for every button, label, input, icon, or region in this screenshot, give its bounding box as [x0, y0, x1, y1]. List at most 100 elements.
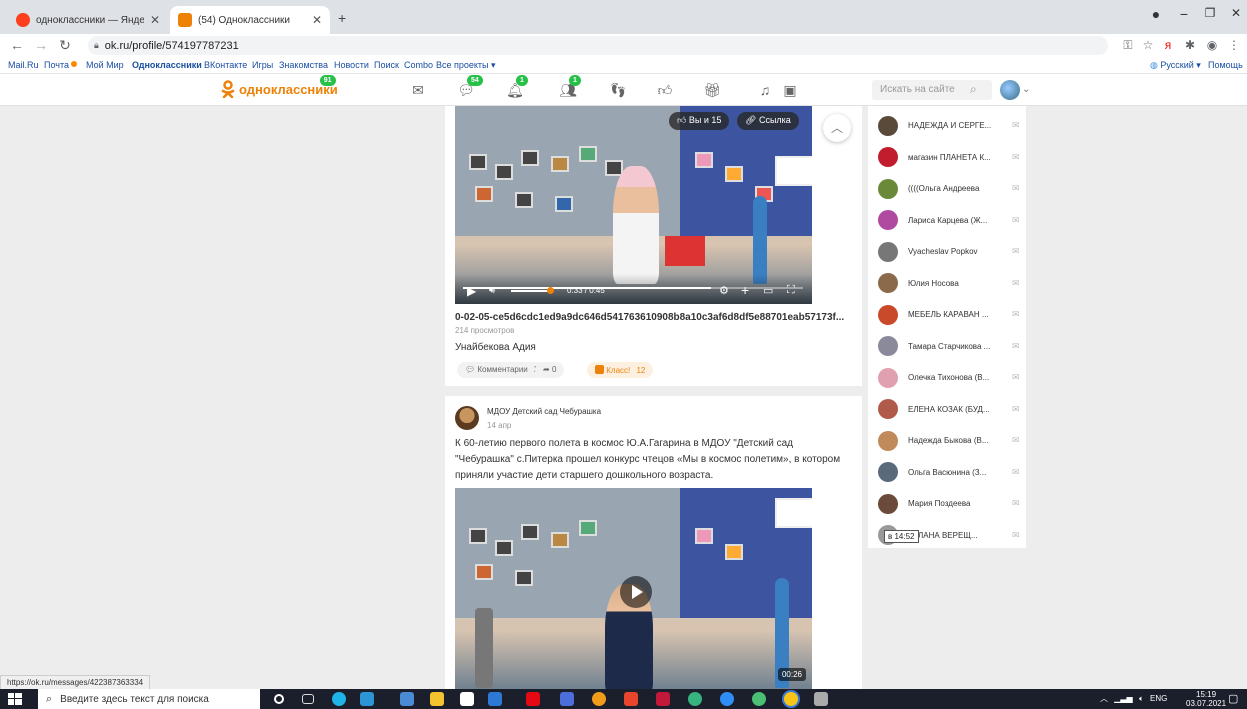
app-icon[interactable] [752, 692, 766, 706]
chrome-icon[interactable] [784, 692, 798, 706]
chevron-down-icon[interactable]: ⌄ [1022, 84, 1030, 95]
profile-dot-icon[interactable]: ● [1142, 6, 1170, 22]
app-icon[interactable] [720, 692, 734, 706]
app-b-icon[interactable] [488, 692, 502, 706]
message-envelope-icon[interactable]: ✉ [1012, 309, 1020, 320]
taskbar-search-input[interactable]: ⌕ Введите здесь текст для поиска [38, 689, 260, 709]
message-envelope-icon[interactable]: ✉ [1012, 435, 1020, 446]
add-plus-icon[interactable]: + [741, 282, 749, 298]
friend-name[interactable]: Тамара Старчикова ... [908, 342, 1008, 351]
friend-name[interactable]: ЕТЛАНА ВЕРЕЩ... [908, 531, 1008, 540]
friend-row[interactable]: ЕЛЕНА КОЗАК (БУД... ✉ [868, 394, 1026, 425]
friend-avatar[interactable] [878, 304, 898, 325]
friend-name[interactable]: Мария Поздеева [908, 499, 1008, 508]
message-envelope-icon[interactable]: ✉ [1012, 120, 1020, 131]
friend-row[interactable]: Олечка Тихонова (В... ✉ [868, 362, 1026, 393]
bookmark-novosti[interactable]: Новости [334, 60, 369, 70]
bookmark-moy-mir[interactable]: Мой Мир [86, 60, 124, 70]
store-icon[interactable] [360, 692, 374, 706]
netflix-icon[interactable] [526, 692, 540, 706]
message-envelope-icon[interactable]: ✉ [1012, 278, 1020, 289]
video-title[interactable]: 0-02-05-ce5d6cdc1ed9a9dc646d541763610908… [455, 312, 844, 323]
edge-icon[interactable] [332, 692, 346, 706]
friend-avatar[interactable] [878, 430, 898, 451]
bookmark-combo[interactable]: Combo [404, 60, 433, 70]
video-player[interactable]: 00:26 [455, 488, 812, 691]
friend-name[interactable]: Олечка Тихонова (В... [908, 373, 1008, 382]
friend-avatar[interactable] [878, 336, 898, 356]
windows-start-icon[interactable] [8, 693, 22, 705]
task-view-icon[interactable] [302, 694, 314, 704]
search-icon[interactable]: ⌕ [970, 82, 977, 97]
extensions-puzzle-icon[interactable]: ✱ [1182, 38, 1198, 52]
friend-row[interactable]: Мария Поздеева ✉ [868, 488, 1026, 519]
maximize-button[interactable]: ❐ [1196, 6, 1224, 20]
browser-tab-yandex[interactable]: одноклассники — Яндекс: наш ✕ [8, 6, 168, 34]
friends-icon[interactable]: 👥︎ 1 [558, 75, 581, 98]
friend-row[interactable]: Ольга Васюнина (З... ✉ [868, 457, 1026, 488]
close-tab-icon[interactable]: ✕ [312, 13, 322, 27]
friend-avatar[interactable] [878, 241, 898, 262]
forward-arrow-icon[interactable]: → [32, 37, 50, 53]
envelope-icon[interactable]: ✉ [408, 82, 428, 98]
friend-avatar[interactable] [878, 115, 898, 136]
friend-avatar[interactable] [878, 178, 898, 199]
volume-icon[interactable]: 🔊︎ [489, 285, 495, 296]
help-link[interactable]: Помощь [1208, 60, 1243, 70]
bookmark-odnoklassniki[interactable]: Одноклассники [132, 60, 202, 70]
group-avatar[interactable] [455, 406, 479, 430]
friend-row[interactable]: Тамара Старчикова ... ✉ [868, 331, 1026, 362]
friend-name[interactable]: Vyacheslav Popkov [908, 247, 1008, 256]
app-icon[interactable] [624, 692, 638, 706]
app-icon[interactable] [592, 692, 606, 706]
file-explorer-icon[interactable] [430, 692, 444, 706]
friend-row[interactable]: Лариса Карцева (Ж... ✉ [868, 205, 1026, 236]
bookmark-mailru[interactable]: Mail.Ru [8, 60, 39, 70]
message-envelope-icon[interactable]: ✉ [1012, 530, 1020, 541]
star-icon[interactable]: ☆ [1140, 38, 1156, 52]
message-envelope-icon[interactable]: ✉ [1012, 467, 1020, 478]
share-button[interactable]: ➦ 0 [535, 362, 565, 378]
friend-avatar[interactable] [878, 273, 898, 293]
thumbs-up-icon[interactable]: 👍︎ [655, 82, 675, 98]
volume-slider[interactable] [511, 290, 549, 292]
close-window-button[interactable]: ✕ [1222, 6, 1247, 20]
bookmark-all-projects[interactable]: Все проекты ▾ [436, 60, 496, 71]
bookmark-znakomstva[interactable]: Знакомства [279, 60, 328, 70]
message-envelope-icon[interactable]: ✉ [1012, 341, 1020, 352]
class-like-button[interactable]: Класс! 12 [587, 362, 654, 378]
minimize-button[interactable]: − [1170, 6, 1198, 22]
ok-logo[interactable]: одноклассники 91 [221, 74, 354, 98]
more-menu-icon[interactable]: ⋮ [1226, 38, 1242, 52]
music-icon[interactable]: ♫ [755, 82, 775, 98]
video-progress-track[interactable] [463, 287, 803, 289]
user-avatar[interactable] [1000, 80, 1020, 100]
miniplayer-icon[interactable]: ▭ [763, 284, 773, 297]
notifications-icon[interactable]: ▢ [1228, 692, 1238, 705]
friend-row[interactable]: ((((Ольга Андреева ✉ [868, 173, 1026, 204]
volume-knob[interactable] [547, 287, 554, 294]
friend-name[interactable]: НАДЕЖДА И СЕРГЕ... [908, 121, 1008, 130]
app-icon[interactable] [560, 692, 574, 706]
group-name[interactable]: МДОУ Детский сад Чебурашка [487, 407, 601, 416]
friend-avatar[interactable] [878, 399, 898, 419]
bookmark-pochta[interactable]: Почта [44, 60, 69, 70]
reload-icon[interactable]: ↻ [56, 37, 74, 54]
system-tray[interactable]: ︿ ▁▃▅ 🔈︎ ENG [1100, 693, 1167, 704]
message-envelope-icon[interactable]: ✉ [1012, 152, 1020, 163]
new-tab-button[interactable]: + [338, 10, 346, 26]
close-tab-icon[interactable]: ✕ [150, 13, 160, 27]
app-icon[interactable] [656, 692, 670, 706]
bookmark-poisk[interactable]: Поиск [374, 60, 399, 70]
key-icon[interactable]: ⚿ [1120, 38, 1136, 53]
link-pill[interactable]: 🔗︎ Ссылка [737, 112, 799, 130]
yandex-extension-icon[interactable]: я [1160, 38, 1176, 52]
friend-name[interactable]: МЕБЕЛЬ КАРАВАН ... [908, 310, 1008, 319]
friend-name[interactable]: ((((Ольга Андреева [908, 184, 1008, 193]
likes-pill[interactable]: 👍︎ Вы и 15 [669, 112, 730, 130]
play-icon[interactable]: ▶ [467, 284, 476, 298]
message-envelope-icon[interactable]: ✉ [1012, 404, 1020, 415]
friend-row[interactable]: Надежда Быкова (В... ✉ [868, 425, 1026, 456]
friend-name[interactable]: магазин ПЛАНЕТА К... [908, 153, 1008, 162]
friend-avatar[interactable] [878, 147, 898, 167]
